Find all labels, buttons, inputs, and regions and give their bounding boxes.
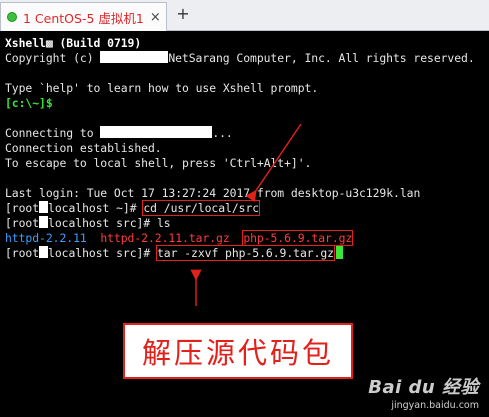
baidu-watermark: Bai du 经验 jingyan.baidu.com: [368, 373, 479, 411]
watermark-url: jingyan.baidu.com: [391, 400, 479, 411]
arrow-to-cd: [245, 123, 302, 203]
annotation-text: 解压源代码包: [141, 336, 334, 370]
annotation-callout: 解压源代码包: [123, 323, 353, 379]
baidu-logo: Bai du 经验: [368, 377, 479, 398]
